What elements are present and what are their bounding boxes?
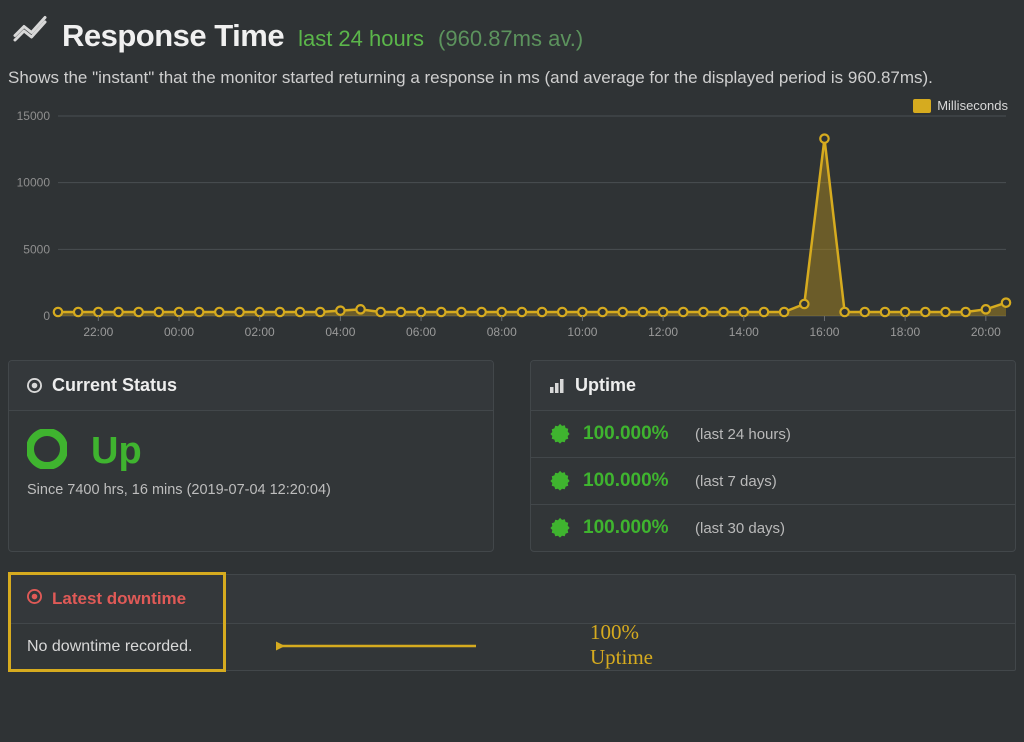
svg-text:14:00: 14:00 [729,325,759,339]
latest-downtime-wrap: Latest downtime No downtime recorded. 10… [8,574,1016,671]
svg-text:15000: 15000 [17,109,51,123]
uptime-row-2: 100.000% (last 30 days) [531,505,1015,551]
status-up-label: Up [91,430,142,473]
uptime-header: Uptime [531,361,1015,411]
current-status-title: Current Status [52,375,177,396]
badge-icon [549,517,571,539]
uptime-card: Uptime 100.000% (last 24 hours) 100.000%… [530,360,1016,552]
page-subtitle-avg: (960.87ms av.) [438,26,583,52]
svg-text:0: 0 [43,309,50,323]
page-description: Shows the "instant" that the monitor sta… [8,68,1016,88]
svg-text:04:00: 04:00 [325,325,355,339]
legend-label: Milliseconds [937,98,1008,113]
legend-swatch-icon [913,99,931,113]
status-up-icon [27,429,67,474]
uptime-row-0: 100.000% (last 24 hours) [531,411,1015,458]
chart-line-icon [12,10,48,51]
uptime-range: (last 7 days) [695,473,777,490]
latest-downtime-title: Latest downtime [52,589,186,609]
status-since: Since 7400 hrs, 16 mins (2019-07-04 12:2… [9,482,493,526]
latest-downtime-card: Latest downtime No downtime recorded. [8,574,1016,671]
uptime-row-1: 100.000% (last 7 days) [531,458,1015,505]
current-status-header: Current Status [9,361,493,411]
svg-text:16:00: 16:00 [809,325,839,339]
chart-canvas: 0 5000 10000 15000 22:00 00:00 02:00 04:00 06:00… [8,96,1016,346]
svg-text:00:00: 00:00 [164,325,194,339]
uptime-pct: 100.000% [583,517,683,539]
uptime-pct: 100.000% [583,470,683,492]
latest-downtime-body: No downtime recorded. [9,624,1015,670]
uptime-range: (last 24 hours) [695,426,791,443]
svg-text:20:00: 20:00 [971,325,1001,339]
svg-text:06:00: 06:00 [406,325,436,339]
svg-text:5000: 5000 [23,242,50,256]
page-title-row: Response Time last 24 hours (960.87ms av… [8,10,1016,54]
svg-text:18:00: 18:00 [890,325,920,339]
svg-text:08:00: 08:00 [487,325,517,339]
panels-row: Current Status Up Since 7400 hrs, 16 min… [8,360,1016,552]
svg-text:02:00: 02:00 [245,325,275,339]
page-subtitle-range: last 24 hours [298,26,424,52]
svg-text:22:00: 22:00 [83,325,113,339]
uptime-range: (last 30 days) [695,520,785,537]
badge-icon [549,470,571,492]
uptime-pct: 100.000% [583,423,683,445]
page-title: Response Time [62,18,284,54]
current-status-card: Current Status Up Since 7400 hrs, 16 min… [8,360,494,552]
latest-downtime-header: Latest downtime [9,575,1015,624]
badge-icon [549,423,571,445]
svg-text:10:00: 10:00 [567,325,597,339]
svg-text:10000: 10000 [17,176,51,190]
status-up-row: Up [9,411,493,482]
svg-text:12:00: 12:00 [648,325,678,339]
bar-chart-icon [549,378,565,394]
response-time-chart[interactable]: Milliseconds 0 5000 10000 15000 22:00 00:00 02… [8,96,1016,346]
record-icon [27,589,42,609]
uptime-title: Uptime [575,375,636,396]
chart-legend: Milliseconds [913,98,1008,113]
record-icon [27,378,42,393]
